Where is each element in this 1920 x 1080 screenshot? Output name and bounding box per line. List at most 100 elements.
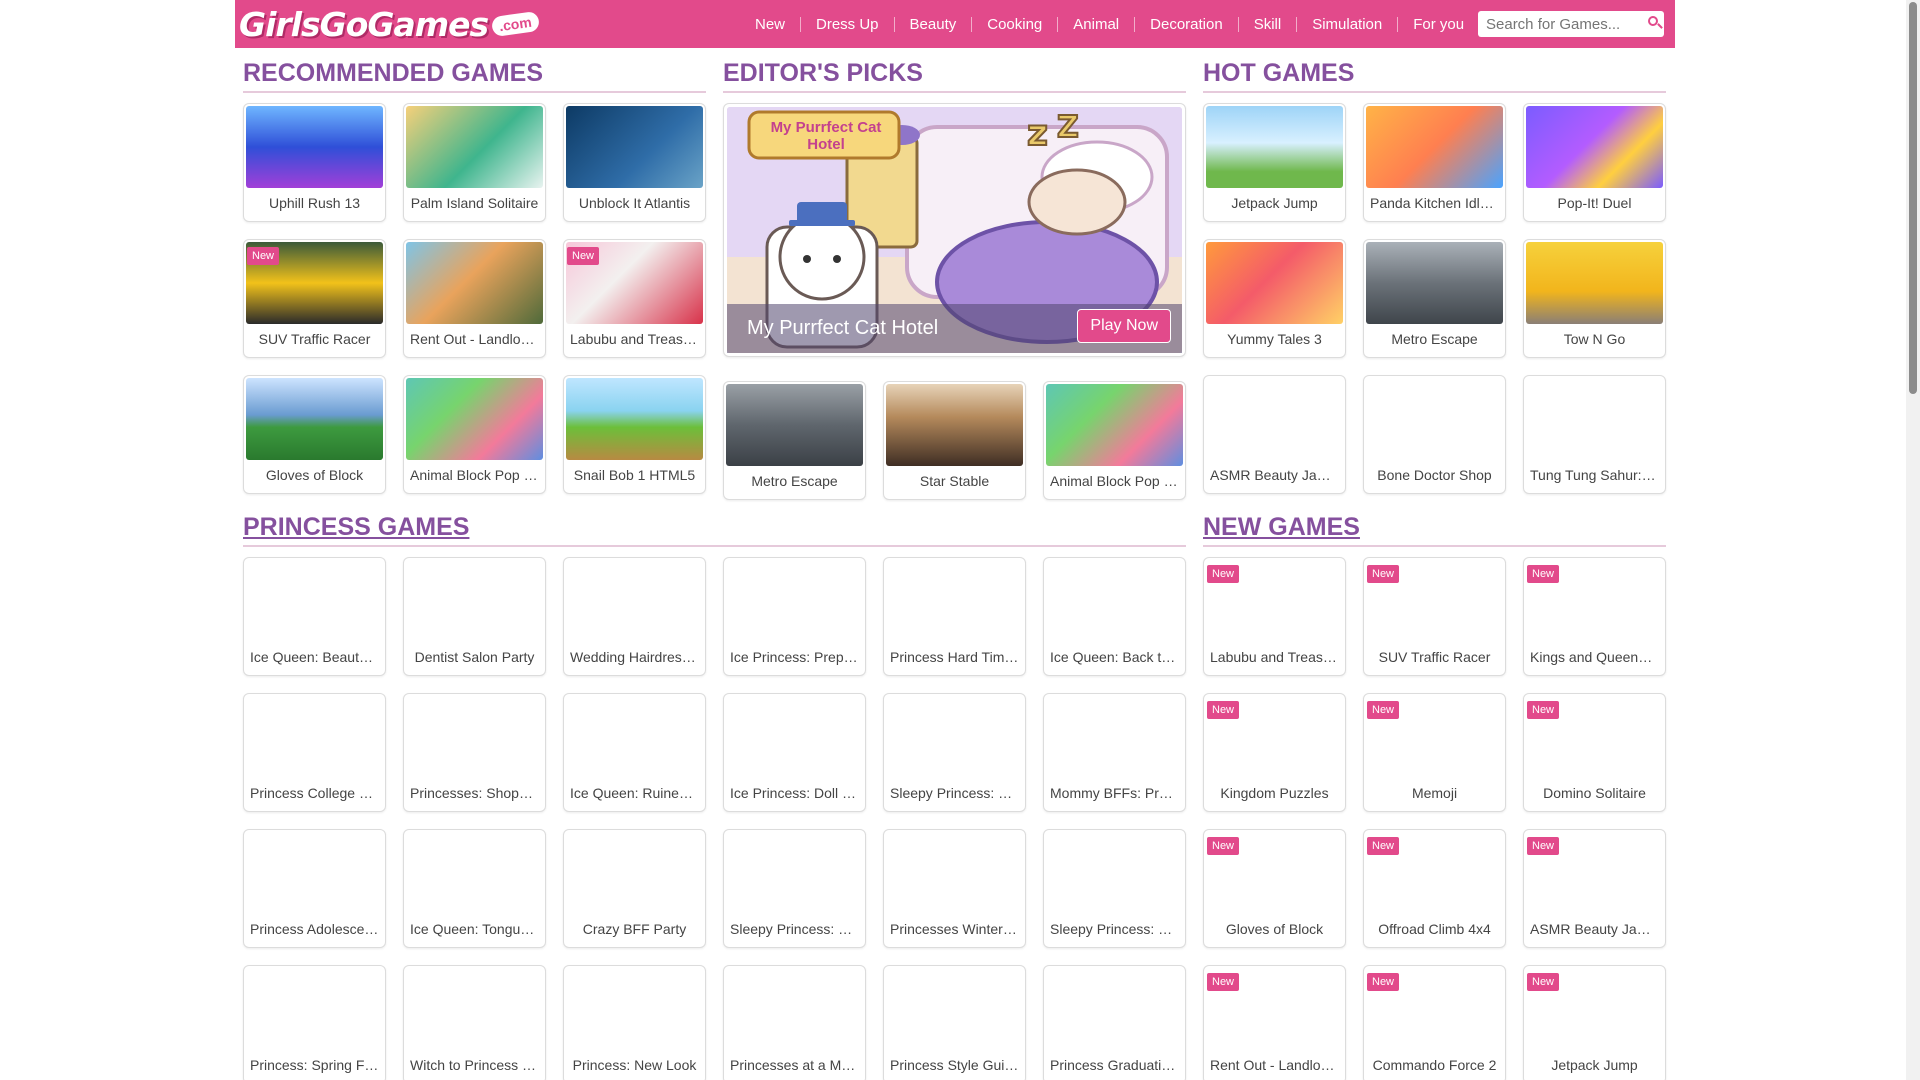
game-card[interactable]: Panda Kitchen Idle Tycoon [1363,103,1506,222]
game-card[interactable]: New Domino Solitaire [1523,693,1666,812]
section-title-hot-games: HOT GAMES [1203,58,1666,93]
section-title-princess-games[interactable]: PRINCESS GAMES [243,512,1186,547]
browser-viewport: GirlsGoGames .com New Dress Up Beauty Co… [0,0,1920,1080]
game-card[interactable]: New Jetpack Jump [1523,965,1666,1080]
game-card[interactable]: Animal Block Pop Puzzle [403,375,546,494]
game-card[interactable]: Metro Escape [1363,239,1506,358]
game-card[interactable]: New Rent Out - Landlord Tycoon [1203,965,1346,1080]
game-card[interactable]: Ice Queen: Beauty Salon [243,557,386,676]
nav-item-decoration[interactable]: Decoration [1134,16,1238,32]
section-title-new-games[interactable]: NEW GAMES [1203,512,1666,547]
game-card[interactable]: Tow N Go [1523,239,1666,358]
search-input[interactable] [1478,11,1638,37]
search-box [1478,11,1664,37]
game-thumbnail [886,560,1023,642]
game-title: Domino Solitaire [1543,785,1646,801]
game-card[interactable]: Ice Queen: Tongue Doctor [403,829,546,948]
featured-game-card[interactable]: z Z My Purrfect Cat Hotel My Purrfect Ca… [723,103,1186,357]
game-card[interactable]: Ice Queen: Ruined Wedding [563,693,706,812]
game-card[interactable]: Gloves of Block [243,375,386,494]
game-card[interactable]: Sleepy Princess: Spa Day [883,693,1026,812]
nav-item-skill[interactable]: Skill [1237,16,1297,32]
nav-item-animal[interactable]: Animal [1057,16,1134,32]
game-card[interactable]: Snail Bob 1 HTML5 [563,375,706,494]
nav-item-dress-up[interactable]: Dress Up [800,16,894,32]
game-card[interactable]: Wedding Hairdresser [563,557,706,676]
game-card[interactable]: Princess: New Look [563,965,706,1080]
game-card[interactable]: New ASMR Beauty Jam Makeover [1523,829,1666,948]
game-card[interactable]: Star Stable [883,381,1026,500]
game-card[interactable]: Pop-It! Duel [1523,103,1666,222]
game-card[interactable]: Dentist Salon Party [403,557,546,676]
nav-item-for-you[interactable]: For you [1397,16,1479,32]
game-card[interactable]: New Offroad Climb 4x4 [1363,829,1506,948]
game-card[interactable]: Crazy BFF Party [563,829,706,948]
game-card[interactable]: Princesses: Shopping Rivals [403,693,546,812]
game-thumbnail [1366,378,1503,460]
game-card[interactable]: Palm Island Solitaire [403,103,546,222]
new-games-grid: New Labubu and Treasures New SUV Traffic Ra… [1203,557,1666,1080]
game-card[interactable]: Princess: Spring Fashion [243,965,386,1080]
game-card[interactable]: New SUV Traffic Racer [1363,557,1506,676]
game-card[interactable]: New Kingdom Puzzles [1203,693,1346,812]
game-card[interactable]: Bone Doctor Shop [1363,375,1506,494]
game-card[interactable]: Metro Escape [723,381,866,500]
game-card[interactable]: Rent Out - Landlord Tycoon [403,239,546,358]
game-card[interactable]: Ice Queen: Back to School [1043,557,1186,676]
game-title: Wedding Hairdresser [570,649,699,665]
game-card[interactable]: New SUV Traffic Racer [243,239,386,358]
site-logo[interactable]: GirlsGoGames .com [239,3,541,45]
game-card[interactable]: Tung Tung Sahur: Obby [1523,375,1666,494]
nav-item-beauty[interactable]: Beauty [893,16,972,32]
game-card[interactable]: ASMR Beauty Jam Makeover [1203,375,1346,494]
game-card[interactable]: Uphill Rush 13 [243,103,386,222]
nav-item-cooking[interactable]: Cooking [971,16,1057,32]
game-card[interactable]: Princess Graduation Party [1043,965,1186,1080]
search-icon[interactable] [1648,16,1658,26]
game-card[interactable]: Princesses Winter Fashion [883,829,1026,948]
game-title: Metro Escape [751,473,838,489]
game-card[interactable]: Mommy BFFs: Pregnant [1043,693,1186,812]
game-card[interactable]: Princess College Makeover [243,693,386,812]
game-card[interactable]: New Labubu and Treasures [563,239,706,358]
game-title: Unblock It Atlantis [578,195,691,211]
game-card[interactable]: New Labubu and Treasures [1203,557,1346,676]
game-title: Ice Princess: Doll House [730,785,859,801]
game-thumbnail [1526,378,1663,460]
game-thumbnail [886,696,1023,778]
game-thumbnail [726,696,863,778]
scrollbar-thumb[interactable] [1909,2,1917,394]
game-thumbnail [566,696,703,778]
game-card[interactable]: Princess Hard Times [883,557,1026,676]
play-now-button[interactable]: Play Now [1077,309,1171,343]
nav-item-new[interactable]: New [740,17,800,32]
game-title: Snail Bob 1 HTML5 [573,467,696,483]
game-card[interactable]: Yummy Tales 3 [1203,239,1346,358]
game-card[interactable]: Princess Adolescence [243,829,386,948]
game-card[interactable]: New Commando Force 2 [1363,965,1506,1080]
nav-item-simulation[interactable]: Simulation [1296,16,1397,32]
game-card[interactable]: Sleepy Princess: Makeover [1043,829,1186,948]
game-card[interactable]: New Gloves of Block [1203,829,1346,948]
game-card[interactable]: New Memoji [1363,693,1506,812]
game-title: Rent Out - Landlord Tycoon [1210,1057,1339,1073]
game-card[interactable]: New Kings and Queens Solitaire [1523,557,1666,676]
game-card[interactable]: Princesses at a Masquerade [723,965,866,1080]
game-title: Dentist Salon Party [414,649,535,665]
game-card[interactable]: Princess Style Guide [883,965,1026,1080]
game-card[interactable]: Unblock It Atlantis [563,103,706,222]
game-card[interactable]: Animal Block Pop Puzzle [1043,381,1186,500]
game-card[interactable]: Ice Princess: Prepare [723,557,866,676]
new-badge: New [1527,565,1560,583]
new-badge: New [247,247,280,265]
page-scrollbar[interactable] [1906,0,1920,1080]
game-card[interactable]: Jetpack Jump [1203,103,1346,222]
game-title: Princess Style Guide [890,1057,1019,1073]
new-badge: New [1367,973,1400,991]
game-card[interactable]: Sleepy Princess: Dress Up [723,829,866,948]
site-header: GirlsGoGames .com New Dress Up Beauty Co… [235,0,1675,48]
game-card[interactable]: Witch to Princess Makeover [403,965,546,1080]
game-title: Offroad Climb 4x4 [1378,921,1491,937]
game-card[interactable]: Ice Princess: Doll House [723,693,866,812]
game-title: Animal Block Pop Puzzle [1050,473,1179,489]
